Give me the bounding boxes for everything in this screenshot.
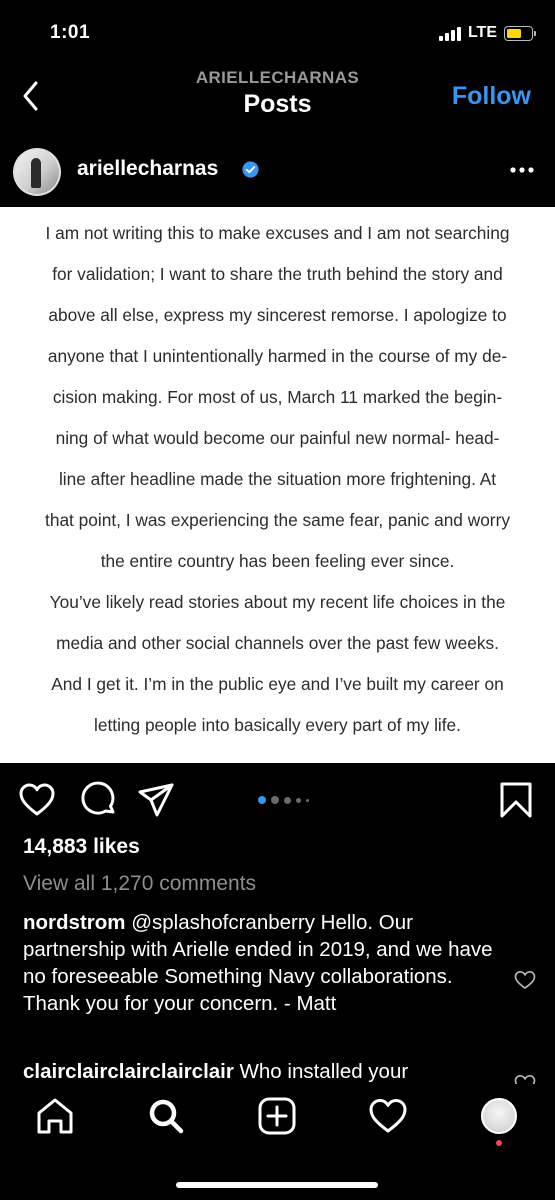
cellular-signal-icon (438, 26, 461, 41)
bottom-tab-bar (0, 1084, 555, 1200)
notification-dot (496, 1140, 502, 1146)
comment-like-icon[interactable] (514, 970, 536, 990)
status-bar: 1:01 LTE (0, 0, 555, 62)
post-text-line: media and other social channels over the… (56, 633, 499, 653)
post-text-line: the entire country has been feeling ever… (100, 551, 455, 571)
post-text-line: ning of what would become our painful ne… (55, 428, 500, 448)
post-username[interactable]: ariellecharnas (77, 157, 218, 181)
post-action-bar (0, 775, 555, 827)
comment-item: nordstrom @splashofcranberry Hello. Our … (23, 909, 503, 1017)
carousel-dot (296, 797, 301, 803)
comment-username[interactable]: nordstrom (23, 911, 126, 934)
heart-icon[interactable] (18, 781, 56, 819)
carousel-dot (284, 796, 291, 804)
comment-username[interactable]: clairclairclairclairclair (23, 1060, 234, 1083)
paper-plane-icon[interactable] (137, 781, 175, 819)
post-text-line: line after headline made the situation m… (58, 469, 497, 489)
post-avatar[interactable] (13, 148, 61, 196)
post-text-line: anyone that I unintentionally harmed in … (47, 346, 508, 366)
battery-level (507, 28, 521, 38)
post-text-line: for validation; I want to share the trut… (52, 264, 503, 284)
carousel-dot (306, 798, 309, 802)
create-post-icon[interactable] (257, 1096, 297, 1136)
search-icon[interactable] (146, 1096, 186, 1136)
status-time: 1:01 (50, 22, 91, 43)
battery-icon (504, 25, 536, 41)
network-type: LTE (467, 24, 497, 41)
status-indicators: LTE (438, 24, 536, 42)
post-text-line: that point, I was experiencing the same … (45, 510, 510, 530)
home-indicator[interactable] (176, 1182, 378, 1188)
likes-count[interactable]: 14,883 likes (23, 835, 140, 859)
post-image[interactable]: I am not writing this to make excuses an… (0, 207, 555, 763)
post-text-line: cision making. For most of us, March 11 … (52, 387, 503, 407)
comment-text: Who installed your (233, 1060, 409, 1083)
view-all-comments-link[interactable]: View all 1,270 comments (23, 872, 256, 896)
carousel-dot (271, 796, 279, 804)
home-icon[interactable] (35, 1096, 75, 1136)
more-horizontal-icon[interactable] (509, 160, 535, 180)
post-header: ariellecharnas (0, 140, 555, 202)
post-text-line: You’ve likely read stories about my rece… (49, 592, 506, 612)
carousel-dot (258, 796, 266, 804)
activity-heart-icon[interactable] (368, 1096, 408, 1136)
comment-bubble-icon[interactable] (80, 781, 118, 819)
bookmark-icon[interactable] (497, 781, 535, 819)
post-text-line: I am not writing this to make excuses an… (45, 223, 510, 243)
post-image-text: I am not writing this to make excuses an… (0, 207, 555, 746)
verified-badge-icon (242, 161, 259, 178)
comment-item: clairclairclairclairclair Who installed … (23, 1058, 503, 1085)
follow-button[interactable]: Follow (452, 82, 531, 111)
carousel-indicator (258, 796, 309, 804)
profile-avatar[interactable] (481, 1098, 517, 1134)
post-text-line: letting people into basically every part… (94, 715, 461, 735)
post-text-line: And I get it. I’m in the public eye and … (51, 674, 504, 694)
avatar-image (15, 150, 59, 194)
nav-header: ARIELLECHARNAS Posts Follow (0, 62, 555, 132)
post-text-line: above all else, express my sincerest rem… (48, 305, 507, 325)
